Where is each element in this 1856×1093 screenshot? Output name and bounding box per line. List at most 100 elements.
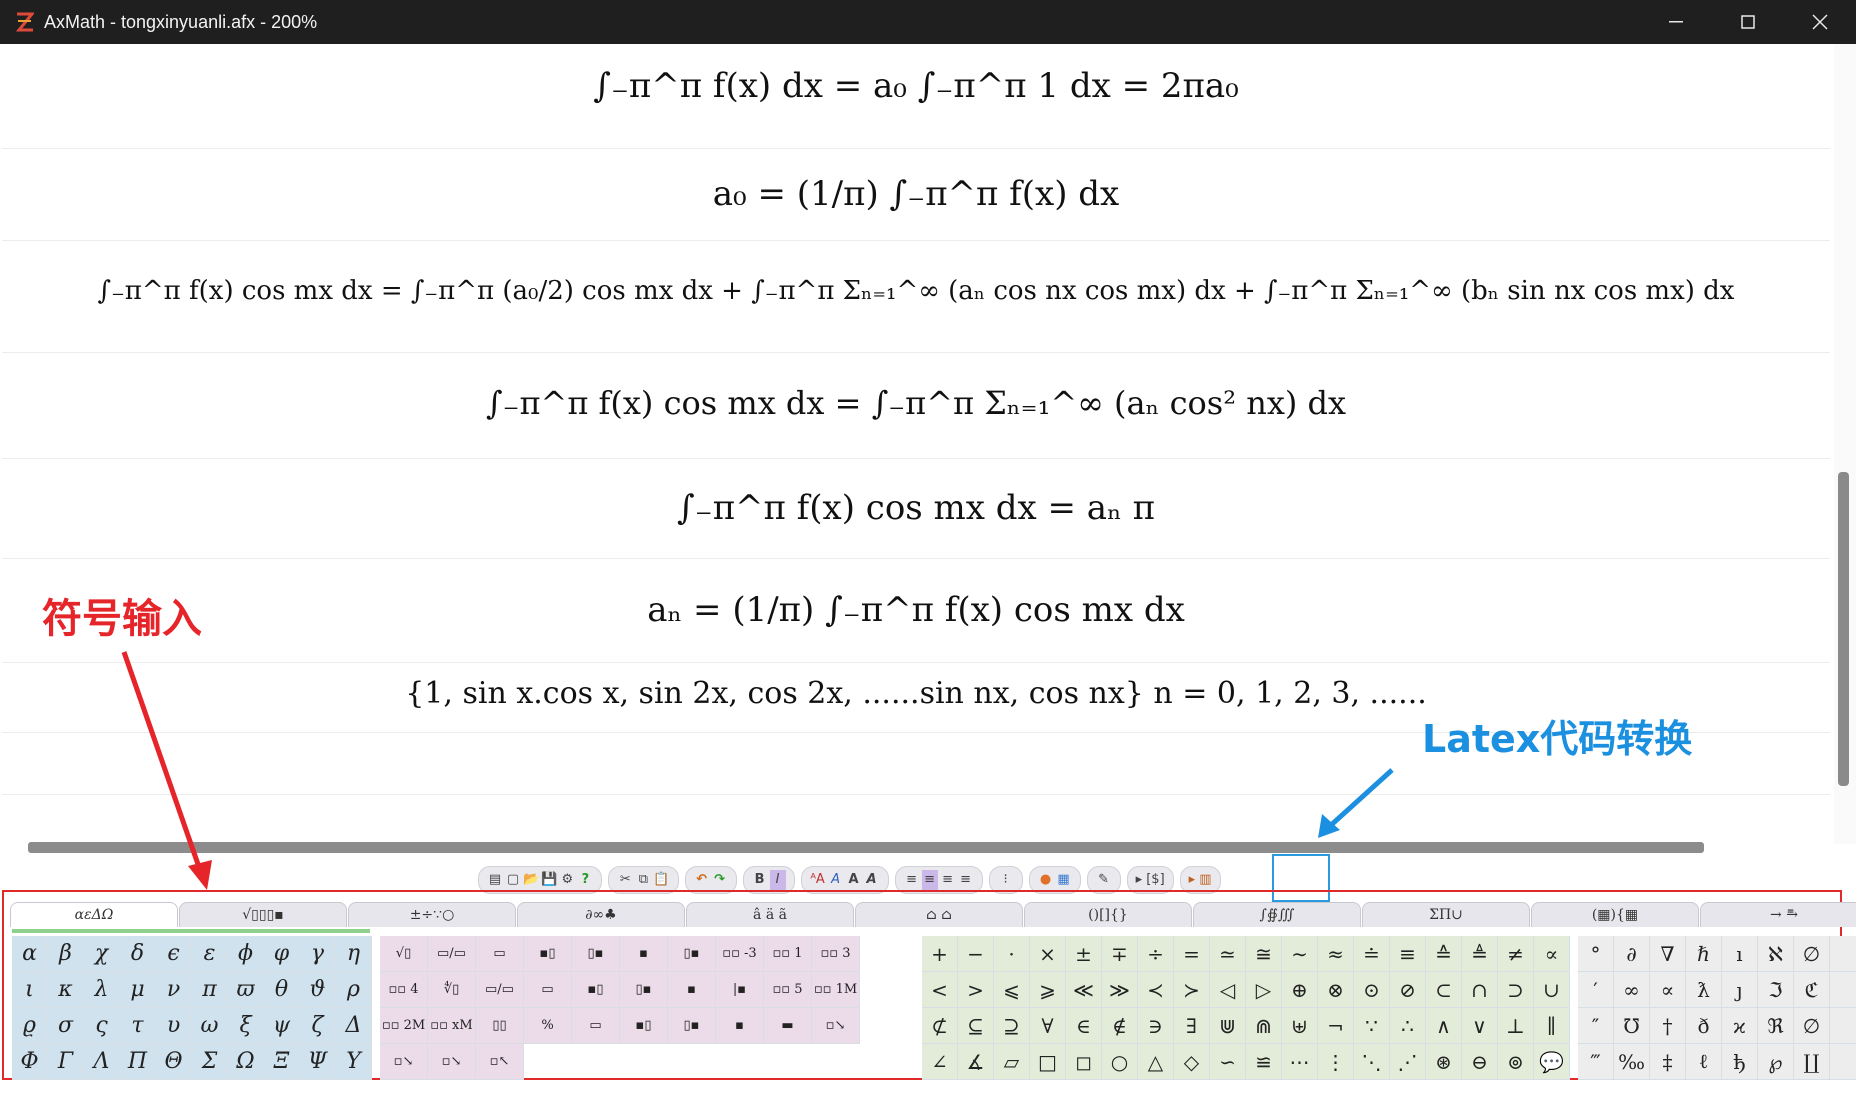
template-button[interactable]: ▭ [476,936,524,972]
misc-symbol-button[interactable]: ƛ [1686,972,1722,1008]
bold-button[interactable]: B [752,870,768,890]
help-button[interactable]: ? [577,870,593,890]
latex-convert-button[interactable]: ▸ [$] [1136,870,1165,890]
align-justify-button[interactable]: ≡ [958,870,974,890]
greek-symbol-button[interactable]: σ [48,1008,84,1044]
template-button[interactable]: ▫▫ -3 [716,936,764,972]
greek-symbol-button[interactable]: Ψ [300,1044,336,1080]
font-style-button[interactable]: A [828,870,844,890]
template-button[interactable]: ▪ [668,972,716,1008]
template-button[interactable]: ▯▯ [476,1008,524,1044]
greek-symbol-button[interactable]: ζ [300,1008,336,1044]
misc-symbol-button[interactable]: ∅ [1794,1008,1830,1044]
greek-symbol-button[interactable]: υ [156,1008,192,1044]
misc-symbol-button[interactable]: ı [1722,936,1758,972]
operator-button[interactable]: ∡ [958,1044,994,1080]
operator-button[interactable]: ∼ [1282,936,1318,972]
font-bold-button[interactable]: A [846,870,862,890]
greek-symbol-button[interactable]: ρ [336,972,372,1008]
greek-symbol-button[interactable]: Δ [336,1008,372,1044]
greek-symbol-button[interactable]: κ [48,972,84,1008]
greek-symbol-button[interactable]: Φ [12,1044,48,1080]
misc-symbol-button[interactable] [1830,972,1856,1008]
menu-button[interactable]: ▤ [487,870,503,890]
greek-symbol-button[interactable]: α [12,936,48,972]
template-button[interactable]: |▪ [716,972,764,1008]
template-button[interactable]: ▫▫ 1 [764,936,812,972]
misc-symbol-button[interactable]: ∐ [1794,1044,1830,1080]
operator-button[interactable]: ⊚ [1498,1044,1534,1080]
greek-symbol-button[interactable]: ι [12,972,48,1008]
operator-button[interactable]: ⊇ [994,1008,1030,1044]
operator-button[interactable]: ⊕ [1282,972,1318,1008]
operator-button[interactable]: ⊙ [1354,972,1390,1008]
greek-symbol-button[interactable]: ν [156,972,192,1008]
operator-button[interactable]: ≈ [1318,936,1354,972]
template-button[interactable]: ▫▫ 2M [380,1008,428,1044]
misc-symbol-button[interactable]: ′ [1578,972,1614,1008]
operator-button[interactable]: ▱ [994,1044,1030,1080]
template-button[interactable]: ▭ [572,1008,620,1044]
operator-button[interactable]: ⩾ [1030,972,1066,1008]
greek-symbol-button[interactable]: χ [84,936,120,972]
misc-symbol-button[interactable]: ℘ [1758,1044,1794,1080]
operator-button[interactable]: ⊄ [922,1008,958,1044]
greek-symbol-button[interactable]: Σ [192,1044,228,1080]
operator-button[interactable]: ∉ [1102,1008,1138,1044]
greek-symbol-button[interactable]: Υ [336,1044,372,1080]
greek-symbol-button[interactable]: ξ [228,1008,264,1044]
greek-symbol-button[interactable]: θ [264,972,300,1008]
greek-symbol-button[interactable]: ϵ [156,936,192,972]
operator-button[interactable]: △ [1138,1044,1174,1080]
template-button[interactable]: ▫▫ 4 [380,972,428,1008]
operator-button[interactable]: ⊘ [1390,972,1426,1008]
operator-button[interactable]: ≌ [1246,1044,1282,1080]
misc-symbol-button[interactable]: ∇ [1650,936,1686,972]
operator-button[interactable]: ◇ [1174,1044,1210,1080]
template-button[interactable]: ▫▫ 5 [764,972,812,1008]
operator-button[interactable]: ∧ [1426,1008,1462,1044]
operator-button[interactable]: ≪ [1066,972,1102,1008]
template-button[interactable]: √▯ [380,936,428,972]
operator-button[interactable]: ≻ [1174,972,1210,1008]
redo-button[interactable]: ↷ [712,870,728,890]
misc-symbol-button[interactable]: ∝ [1650,972,1686,1008]
template-button[interactable]: ▯▪ [668,1008,716,1044]
operator-button[interactable]: ⩽ [994,972,1030,1008]
operator-button[interactable]: ± [1066,936,1102,972]
operator-button[interactable]: ≅ [1246,936,1282,972]
tab-arrows[interactable]: → ⥱ [1700,902,1856,927]
misc-symbol-button[interactable]: ϰ [1722,1008,1758,1044]
template-button[interactable]: ▪ [716,1008,764,1044]
align-right-button[interactable]: ≡ [940,870,956,890]
operator-button[interactable]: ⊖ [1462,1044,1498,1080]
misc-symbol-button[interactable]: ∂ [1614,936,1650,972]
settings-button[interactable]: ⚙ [559,870,575,890]
misc-symbol-button[interactable]: ђ [1722,1044,1758,1080]
operator-button[interactable]: ∃ [1174,1008,1210,1044]
misc-symbol-button[interactable]: ℧ [1614,1008,1650,1044]
palette-icon[interactable]: ▦ [1056,870,1072,890]
template-button[interactable]: ▯▪ [620,972,668,1008]
misc-symbol-button[interactable]: ‴ [1578,1044,1614,1080]
misc-symbol-button[interactable]: ℭ [1794,972,1830,1008]
copy-button[interactable]: ⧉ [635,870,651,890]
operator-button[interactable]: ∈ [1066,1008,1102,1044]
greek-symbol-button[interactable]: λ [84,972,120,1008]
greek-symbol-button[interactable]: γ [300,936,336,972]
operator-button[interactable]: ○ [1102,1044,1138,1080]
misc-symbol-button[interactable]: ‰ [1614,1044,1650,1080]
tab-integrals[interactable]: ∫∯∭ [1193,902,1361,927]
template-button[interactable]: ▫▫ xM [428,1008,476,1044]
template-button[interactable]: ▭ [524,972,572,1008]
operator-button[interactable]: ⋒ [1246,1008,1282,1044]
greek-symbol-button[interactable]: π [192,972,228,1008]
operator-button[interactable]: ⊆ [958,1008,994,1044]
tab-brackets[interactable]: ()[]{} [1024,902,1192,927]
align-center-button[interactable]: ≡ [921,870,938,890]
greek-symbol-button[interactable]: Γ [48,1044,84,1080]
template-button[interactable]: ▫↘ [812,1008,860,1044]
greek-symbol-button[interactable]: ω [192,1008,228,1044]
italic-button[interactable]: I [769,870,786,890]
paste-button[interactable]: 📋 [653,870,669,890]
